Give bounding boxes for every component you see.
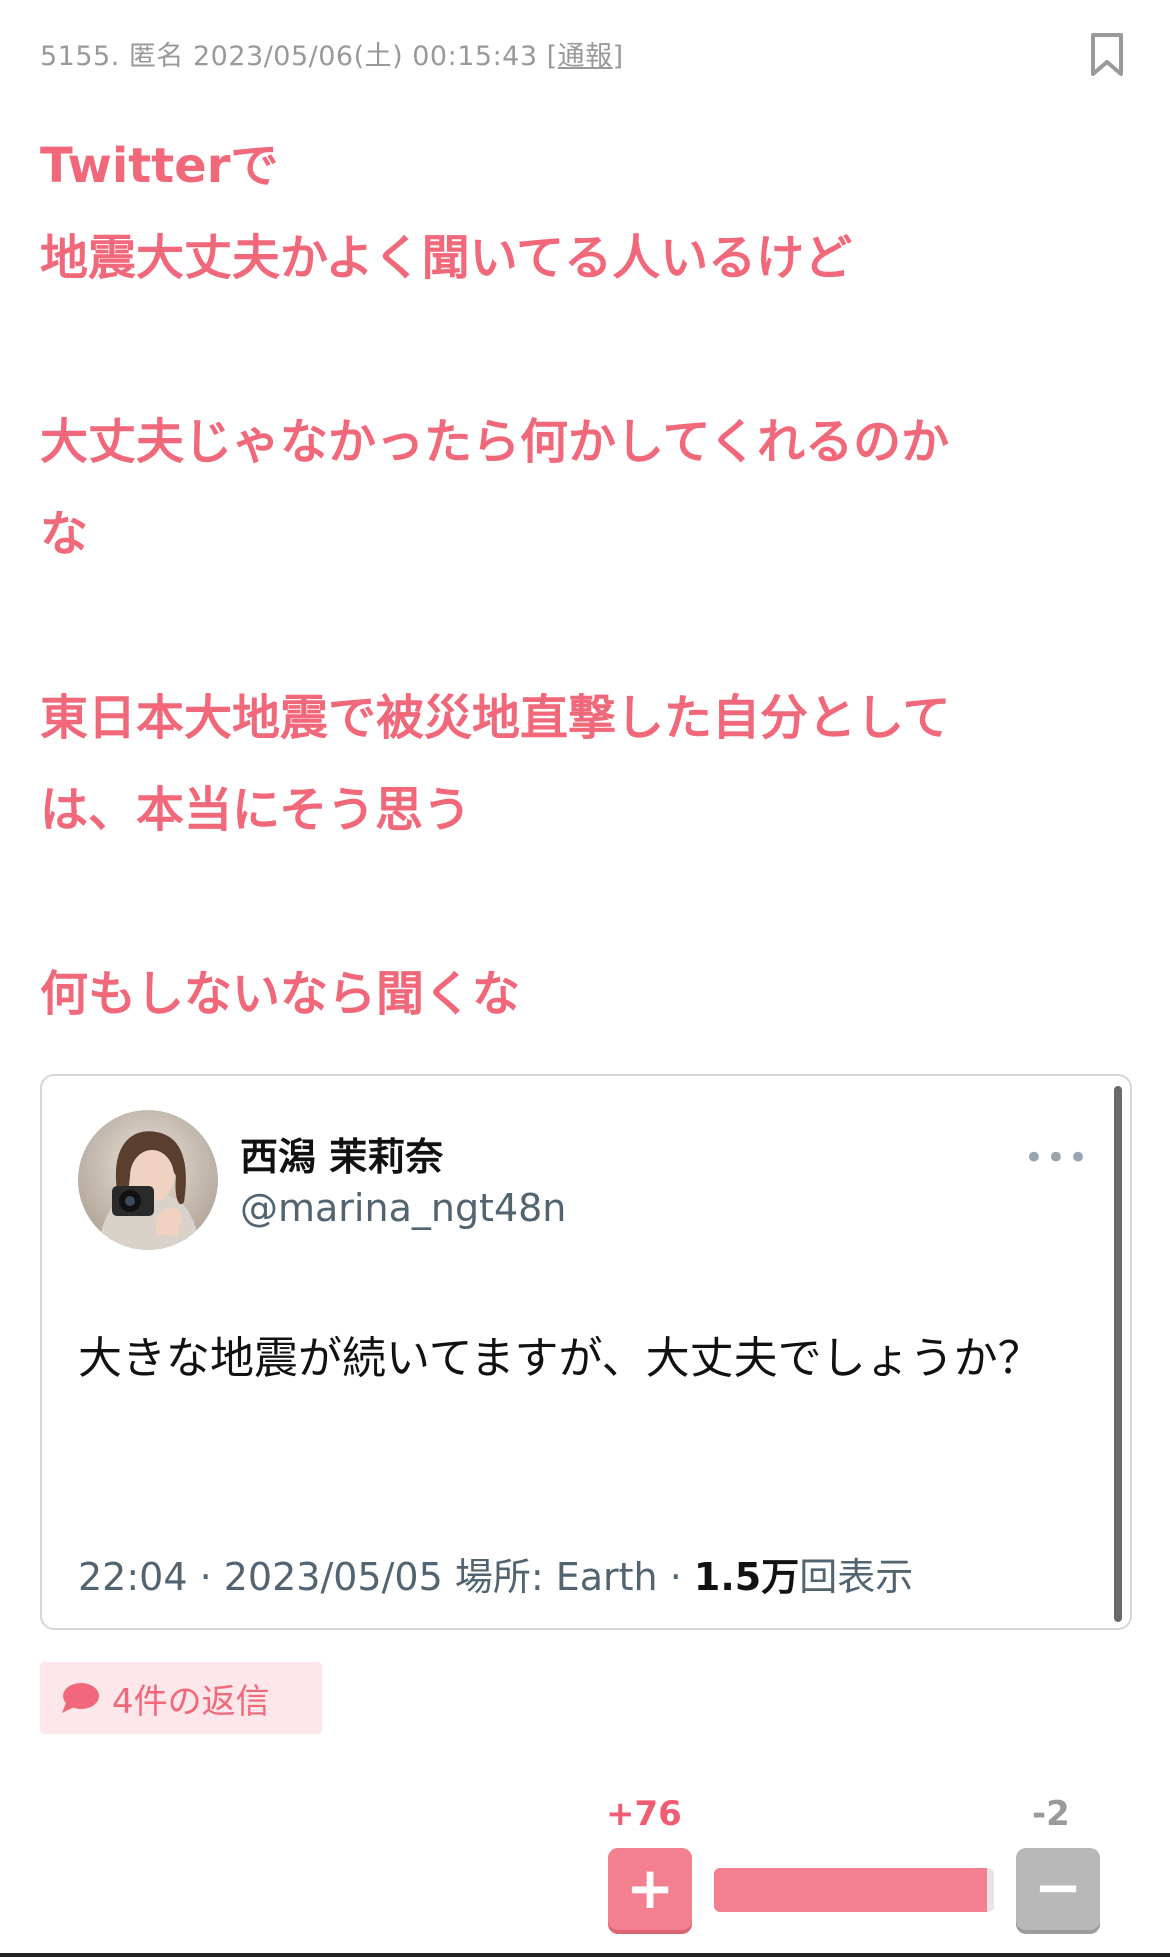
embedded-tweet[interactable]: 西潟 茉莉奈 @marina_ngt48n ••• 大きな地震が続いてますが、大… [40, 1074, 1132, 1630]
bottom-divider [0, 1953, 1170, 1957]
tweet-scrollbar[interactable] [1114, 1086, 1122, 1622]
report-link-label[interactable]: 通報 [558, 41, 613, 72]
comment-line: は、本当にそう思う [40, 782, 472, 838]
vote-ratio-fill [714, 1868, 987, 1912]
plus-vote-button[interactable]: + [608, 1848, 692, 1930]
speech-bubble-icon [62, 1683, 99, 1713]
comment-paragraph: Twitterで地震大丈夫かよく聞いてる人いるけど [40, 120, 1130, 304]
tweet-author-handle[interactable]: @marina_ngt48n [240, 1186, 566, 1230]
comment-header: 5155. 匿名 2023/05/06(土) 00:15:43 [通報] [40, 34, 624, 73]
comment-author: 匿名 [128, 41, 184, 72]
comment-line: 大丈夫じゃなかったら何かしてくれるのか [40, 414, 950, 470]
comment-line: 東日本大地震で被災地直撃した自分として [40, 690, 951, 746]
tweet-timestamp[interactable]: 22:04 · 2023/05/05 場所: Earth · [78, 1555, 694, 1599]
comment-line: 地震大丈夫かよく聞いてる人いるけど [40, 230, 853, 286]
comment-body: Twitterで地震大丈夫かよく聞いてる人いるけど大丈夫じゃなかったら何かしてく… [40, 120, 1130, 1040]
tweet-view-count: 1.5万 [693, 1555, 800, 1599]
tweet-author-name[interactable]: 西潟 茉莉奈 [240, 1126, 443, 1181]
tweet-view-label: 回表示 [799, 1555, 914, 1599]
bookmark-icon[interactable] [1090, 32, 1124, 78]
comment-paragraph: 大丈夫じゃなかったら何かしてくれるのかな [40, 396, 1130, 580]
more-options-icon[interactable]: ••• [1024, 1138, 1090, 1178]
comment-number: 5155. [40, 41, 120, 72]
report-link[interactable]: [通報] [547, 41, 624, 72]
tweet-avatar[interactable] [78, 1110, 218, 1250]
replies-button[interactable]: 4件の返信 [40, 1662, 322, 1734]
tweet-text: 大きな地震が続いてますが、大丈夫でしょうか？ [78, 1333, 1042, 1384]
comment-paragraph: 東日本大地震で被災地直撃した自分として は、本当にそう思う [40, 672, 1130, 856]
minus-vote-count: -2 [1032, 1794, 1070, 1834]
vote-ratio-bar [714, 1868, 994, 1912]
comment-line: な [40, 506, 89, 562]
tweet-meta: 22:04 · 2023/05/05 場所: Earth · 1.5万回表示 [78, 1546, 913, 1601]
comment-line: 何もしないなら聞くな [40, 966, 521, 1022]
comment-paragraph: 何もしないなら聞くな [40, 948, 1130, 1040]
plus-vote-count: +76 [606, 1794, 682, 1834]
comment-line: Twitterで [40, 138, 279, 194]
minus-vote-button[interactable]: − [1016, 1848, 1100, 1930]
replies-label[interactable]: 4件の返信 [112, 1674, 270, 1723]
comment-datetime: 2023/05/06(土) 00:15:43 [192, 41, 538, 72]
